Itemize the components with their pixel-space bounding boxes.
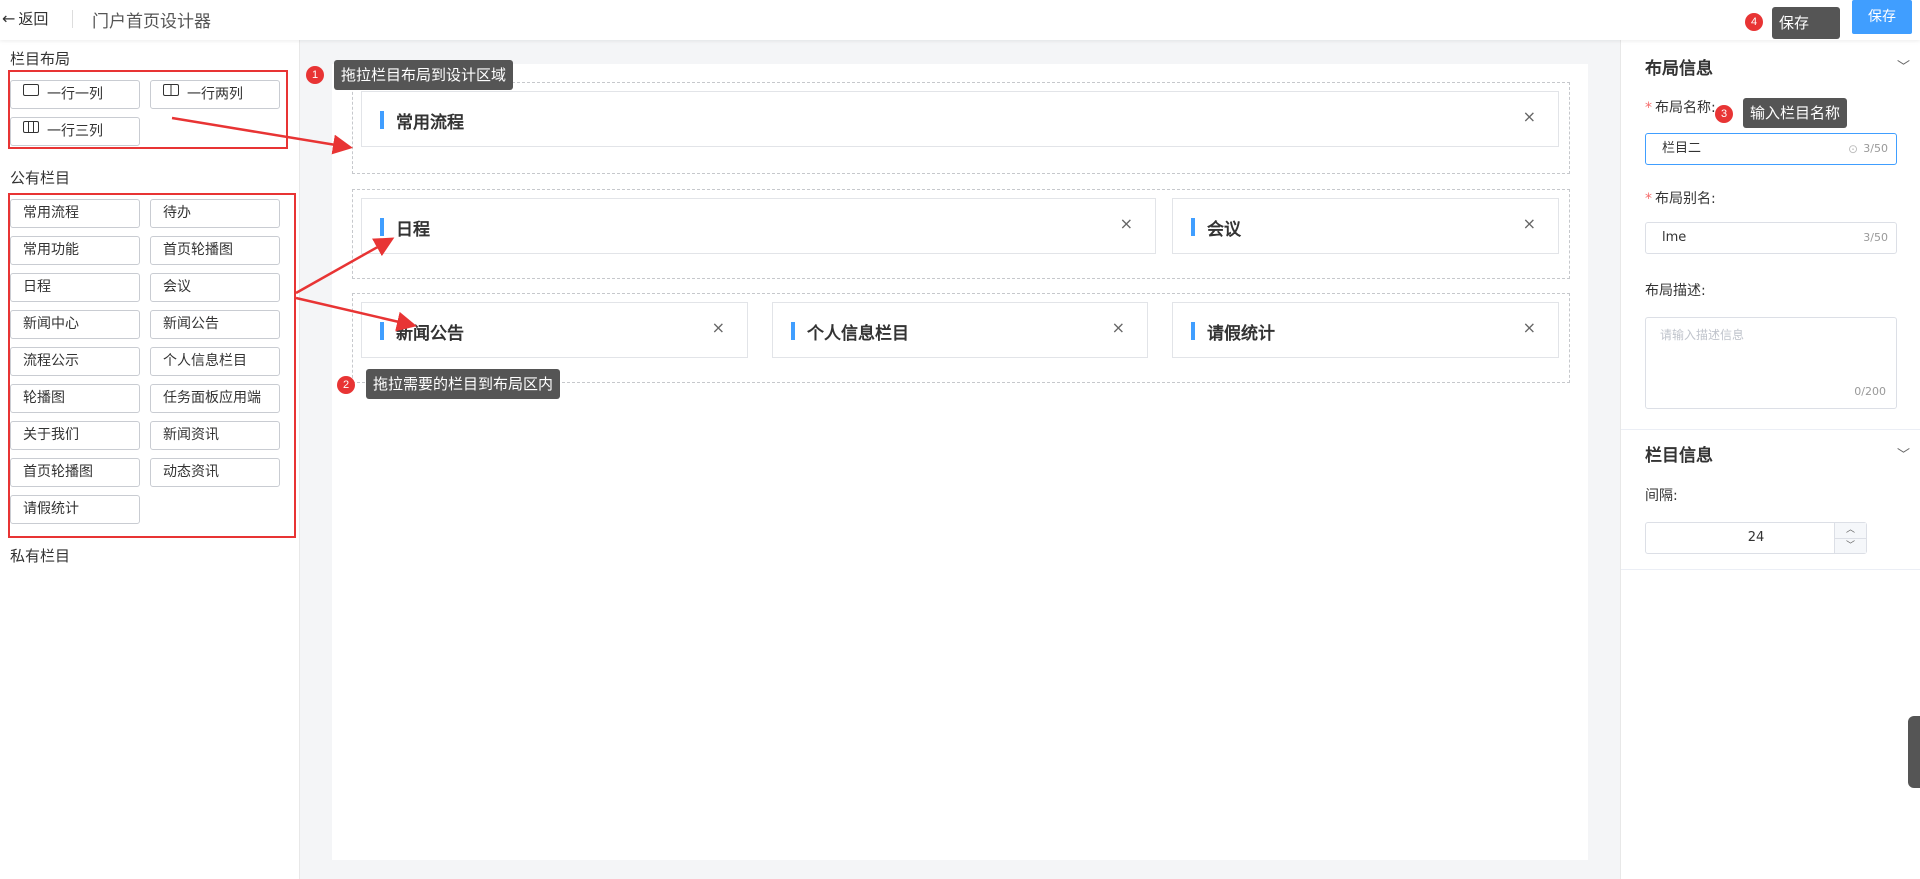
layout-one-column[interactable]: 一行一列 (10, 80, 140, 109)
public-item[interactable]: 个人信息栏目 (150, 347, 280, 376)
column-title: 请假统计 (1207, 324, 1275, 344)
public-item[interactable]: 新闻中心 (10, 310, 140, 339)
layout-section-title: 栏目布局 (10, 50, 71, 68)
public-item[interactable]: 首页轮播图 (10, 458, 140, 487)
close-icon[interactable]: × (1120, 214, 1133, 233)
header-divider (72, 10, 73, 28)
close-icon[interactable]: × (1523, 214, 1536, 233)
section-divider (1621, 569, 1920, 570)
public-section-title: 公有栏目 (10, 169, 71, 187)
design-canvas[interactable]: 常用流程 × 日程 × 会议 × 新闻公告 × 个人信息栏目 × 请假统计 × (332, 64, 1588, 860)
back-button[interactable]: ← 返回 (2, 8, 48, 29)
column-title: 个人信息栏目 (807, 324, 909, 344)
public-item[interactable]: 新闻公告 (150, 310, 280, 339)
one-column-icon (23, 79, 39, 106)
layout-alias-value: lme (1662, 230, 1687, 245)
accent-bar (791, 322, 795, 340)
column-title: 会议 (1207, 220, 1241, 240)
chevron-down-icon[interactable]: ﹀ (1835, 538, 1866, 553)
private-section-title: 私有栏目 (10, 547, 71, 565)
annotation-badge-1: 1 (306, 66, 324, 84)
public-item[interactable]: 日程 (10, 273, 140, 302)
layout-label: 一行一列 (47, 86, 103, 103)
annotation-tip-1: 拖拉栏目布局到设计区域 (334, 60, 514, 90)
accent-bar (1191, 322, 1195, 340)
left-panel: 栏目布局 一行一列 一行两列 一行三列 公有栏目 常用流程 待办 常用功能 首页… (0, 40, 300, 879)
close-icon[interactable]: × (1523, 318, 1536, 337)
column-info-title: 栏目信息 (1645, 446, 1713, 466)
layout-name-label: * 布局名称: (1645, 100, 1716, 116)
side-drawer-tab[interactable] (1908, 716, 1920, 788)
column-title: 日程 (396, 220, 430, 240)
annotation-badge-2: 2 (337, 376, 355, 394)
layout-desc-label: 布局描述: (1645, 283, 1706, 299)
right-panel: 布局信息 ﹀ * 布局名称: 栏目二 ⊙ 3/50 * 布局别名: lme 3/50… (1620, 40, 1920, 879)
public-item[interactable]: 常用流程 (10, 199, 140, 228)
layout-desc-textarea[interactable]: 请输入描述信息 0/200 (1645, 317, 1897, 409)
accent-bar (380, 111, 384, 129)
close-icon[interactable]: × (1112, 318, 1125, 337)
chevron-down-icon[interactable]: ﹀ (1897, 444, 1910, 463)
stepper-controls[interactable]: ︿ ﹀ (1834, 523, 1866, 553)
char-count: 0/200 (1854, 385, 1886, 398)
save-button[interactable]: 保存 (1852, 0, 1912, 34)
three-columns-icon (23, 116, 39, 143)
public-item[interactable]: 待办 (150, 199, 280, 228)
column-card[interactable]: 个人信息栏目 × (772, 302, 1148, 358)
gap-value: 24 (1747, 530, 1765, 545)
public-item[interactable]: 流程公示 (10, 347, 140, 376)
gap-stepper[interactable]: 24 ︿ ﹀ (1645, 522, 1867, 554)
annotation-tip-4: 保存 (1772, 7, 1840, 39)
column-card[interactable]: 新闻公告 × (361, 302, 748, 358)
char-count: 3/50 (1863, 142, 1888, 155)
annotation-tip-3: 输入栏目名称 (1743, 98, 1848, 128)
annotation-badge-4: 4 (1745, 13, 1763, 31)
top-header: ← 返回 门户首页设计器 保存 (0, 0, 1920, 40)
annotation-tip-2: 拖拉需要的栏目到布局区内 (366, 369, 561, 399)
chevron-up-icon[interactable]: ︿ (1835, 523, 1866, 538)
column-card[interactable]: 日程 × (361, 198, 1156, 254)
desc-placeholder: 请输入描述信息 (1660, 328, 1745, 342)
layout-label: 一行三列 (47, 123, 103, 140)
accent-bar (1191, 218, 1195, 236)
public-item[interactable]: 轮播图 (10, 384, 140, 413)
chevron-down-icon[interactable]: ﹀ (1897, 56, 1910, 75)
page-title: 门户首页设计器 (92, 12, 211, 32)
annotation-badge-3: 3 (1715, 105, 1733, 123)
layout-row-1[interactable]: 常用流程 × (352, 82, 1570, 174)
char-count: 3/50 (1863, 231, 1888, 244)
public-item[interactable]: 会议 (150, 273, 280, 302)
layout-three-columns[interactable]: 一行三列 (10, 117, 140, 146)
clear-icon[interactable]: ⊙ (1848, 134, 1858, 164)
column-title: 新闻公告 (396, 324, 464, 344)
public-item[interactable]: 新闻资讯 (150, 421, 280, 450)
public-item[interactable]: 请假统计 (10, 495, 140, 524)
public-item[interactable]: 常用功能 (10, 236, 140, 265)
layout-name-value: 栏目二 (1662, 141, 1702, 156)
public-item[interactable]: 任务面板应用端 (150, 384, 280, 413)
layout-alias-label: * 布局别名: (1645, 191, 1716, 207)
close-icon[interactable]: × (1523, 107, 1536, 126)
column-title: 常用流程 (396, 113, 464, 133)
accent-bar (380, 322, 384, 340)
close-icon[interactable]: × (712, 318, 725, 337)
section-divider (1621, 429, 1920, 430)
column-card[interactable]: 常用流程 × (361, 91, 1559, 147)
two-columns-icon (163, 79, 179, 106)
layout-two-columns[interactable]: 一行两列 (150, 80, 280, 109)
arrow-left-icon: ← (2, 9, 16, 28)
public-item[interactable]: 动态资讯 (150, 458, 280, 487)
layout-name-input[interactable]: 栏目二 ⊙ 3/50 (1645, 133, 1897, 165)
layout-label: 一行两列 (187, 86, 243, 103)
layout-info-title: 布局信息 (1645, 59, 1713, 79)
accent-bar (380, 218, 384, 236)
gap-label: 间隔: (1645, 488, 1678, 504)
public-item[interactable]: 首页轮播图 (150, 236, 280, 265)
back-label: 返回 (18, 10, 49, 28)
column-card[interactable]: 会议 × (1172, 198, 1559, 254)
layout-alias-input[interactable]: lme 3/50 (1645, 222, 1897, 254)
column-card[interactable]: 请假统计 × (1172, 302, 1559, 358)
public-item[interactable]: 关于我们 (10, 421, 140, 450)
layout-row-2[interactable]: 日程 × 会议 × (352, 189, 1570, 279)
